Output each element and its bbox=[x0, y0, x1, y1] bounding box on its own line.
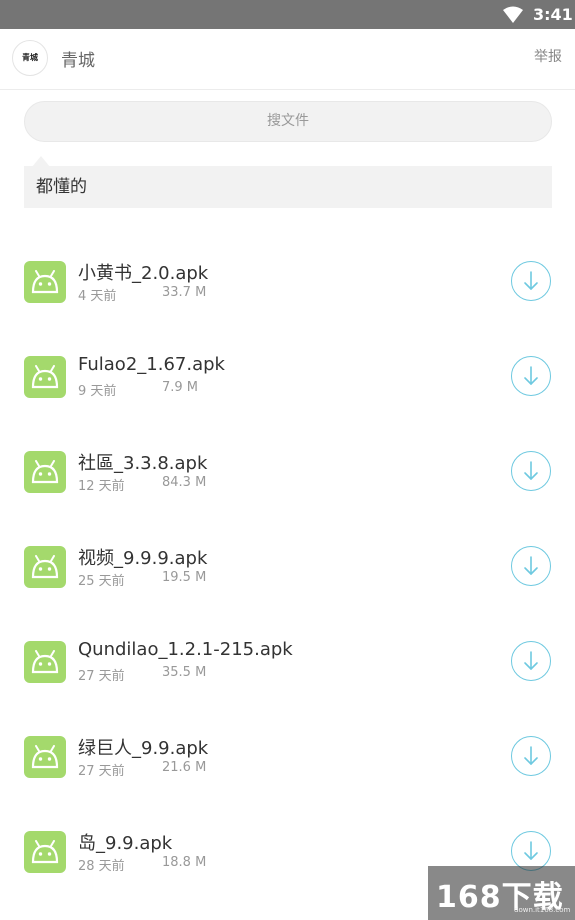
file-name: Qundilao_1.2.1-215.apk bbox=[78, 639, 293, 660]
download-button[interactable] bbox=[511, 451, 551, 491]
file-size: 7.9 M bbox=[162, 380, 199, 395]
download-button[interactable] bbox=[511, 641, 551, 681]
android-icon bbox=[24, 451, 66, 493]
file-age: 27 天前 bbox=[78, 669, 125, 684]
watermark-url: down.it168.com bbox=[514, 906, 571, 914]
file-age: 28 天前 bbox=[78, 859, 125, 874]
app-header: 青城 青城 举报 bbox=[0, 29, 575, 90]
download-button[interactable] bbox=[511, 546, 551, 586]
download-button[interactable] bbox=[511, 261, 551, 301]
file-size: 35.5 M bbox=[162, 665, 207, 680]
message-bubble: 都懂的 bbox=[24, 166, 552, 208]
download-button[interactable] bbox=[511, 356, 551, 396]
file-row[interactable]: Fulao2_1.67.apk 9 天前 7.9 M bbox=[0, 327, 575, 422]
download-icon bbox=[524, 746, 538, 765]
android-icon bbox=[24, 546, 66, 588]
download-icon bbox=[524, 556, 538, 575]
file-age: 9 天前 bbox=[78, 384, 117, 399]
file-size: 84.3 M bbox=[162, 475, 207, 490]
file-name: Fulao2_1.67.apk bbox=[78, 354, 225, 375]
report-button[interactable]: 举报 bbox=[534, 46, 562, 66]
status-bar: 3:41 bbox=[0, 0, 575, 29]
file-age: 4 天前 bbox=[78, 289, 117, 304]
download-button[interactable] bbox=[511, 736, 551, 776]
android-icon bbox=[24, 736, 66, 778]
android-icon bbox=[24, 356, 66, 398]
file-name: 社區_3.3.8.apk bbox=[78, 453, 208, 474]
download-icon bbox=[524, 461, 538, 480]
file-size: 18.8 M bbox=[162, 855, 207, 870]
file-row[interactable]: 绿巨人_9.9.apk 27 天前 21.6 M bbox=[0, 707, 575, 802]
watermark-logo: 168下载 down.it168.com bbox=[428, 866, 575, 920]
file-age: 12 天前 bbox=[78, 479, 125, 494]
status-time: 3:41 bbox=[533, 5, 573, 24]
download-icon bbox=[524, 651, 538, 670]
file-name: 小黄书_2.0.apk bbox=[78, 263, 209, 284]
android-icon bbox=[24, 261, 66, 303]
page-title: 青城 bbox=[61, 51, 95, 71]
file-size: 21.6 M bbox=[162, 760, 207, 775]
file-age: 27 天前 bbox=[78, 764, 125, 779]
file-row[interactable]: 小黄书_2.0.apk 4 天前 33.7 M bbox=[0, 232, 575, 327]
file-age: 25 天前 bbox=[78, 574, 125, 589]
file-size: 19.5 M bbox=[162, 570, 207, 585]
file-name: 绿巨人_9.9.apk bbox=[78, 738, 209, 759]
download-icon bbox=[524, 841, 538, 860]
wifi-icon bbox=[503, 6, 523, 23]
download-icon bbox=[524, 271, 538, 290]
download-icon bbox=[524, 366, 538, 385]
file-row[interactable]: 视频_9.9.9.apk 25 天前 19.5 M bbox=[0, 517, 575, 612]
file-list: 小黄书_2.0.apk 4 天前 33.7 M Fulao2_1.67.apk … bbox=[0, 232, 575, 897]
file-size: 33.7 M bbox=[162, 285, 207, 300]
avatar[interactable]: 青城 bbox=[12, 40, 48, 76]
file-row[interactable]: 社區_3.3.8.apk 12 天前 84.3 M bbox=[0, 422, 575, 517]
android-icon bbox=[24, 831, 66, 873]
search-files-button[interactable]: 搜文件 bbox=[24, 101, 552, 142]
file-name: 岛_9.9.apk bbox=[78, 833, 173, 854]
file-name: 视频_9.9.9.apk bbox=[78, 548, 208, 569]
file-row[interactable]: Qundilao_1.2.1-215.apk 27 天前 35.5 M bbox=[0, 612, 575, 707]
android-icon bbox=[24, 641, 66, 683]
download-button[interactable] bbox=[511, 831, 551, 871]
